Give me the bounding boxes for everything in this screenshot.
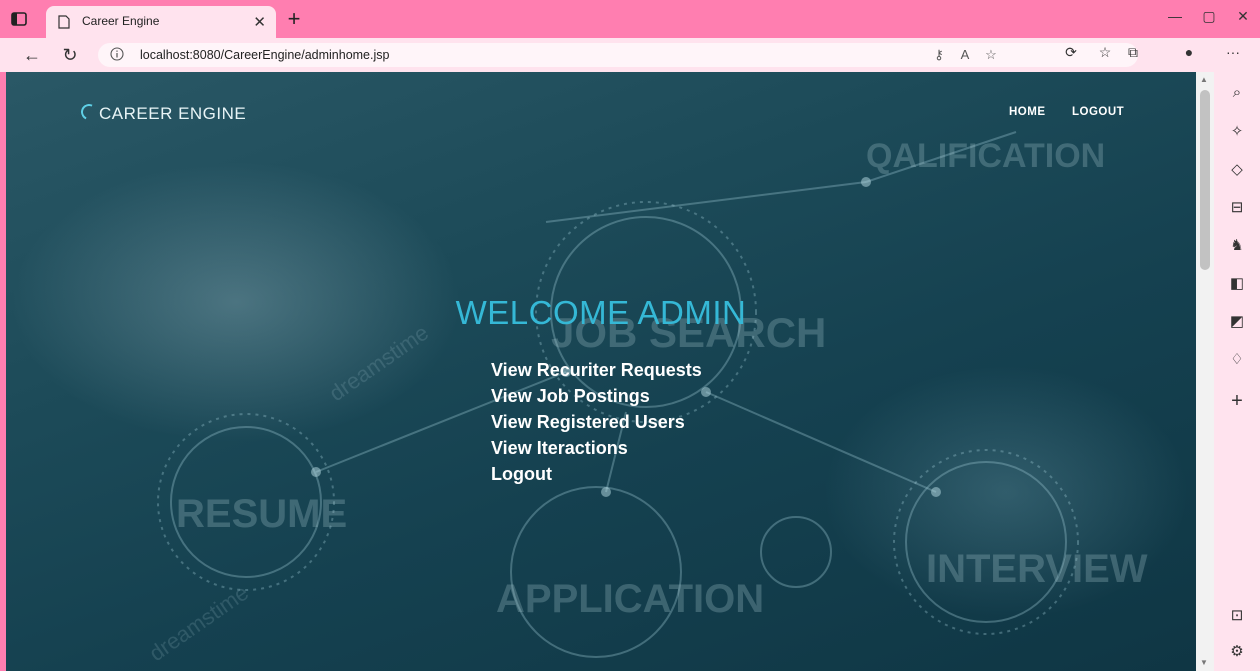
info-icon[interactable] (110, 47, 124, 61)
watermark-text: dreamstime (145, 580, 253, 666)
read-aloud-icon[interactable]: A (956, 47, 974, 62)
url-text[interactable]: localhost:8080/CareerEngine/adminhome.js… (140, 48, 389, 62)
tab-actions-icon[interactable] (10, 10, 28, 28)
games-icon[interactable]: ♞ (1226, 236, 1248, 254)
close-window-button[interactable]: ✕ (1228, 8, 1258, 25)
url-field[interactable]: localhost:8080/CareerEngine/adminhome.js… (98, 43, 1138, 67)
page-viewport: QALIFICATION JOB SEARCH RESUME APPLICATI… (6, 72, 1196, 671)
refresh-icon[interactable]: ↻ (58, 44, 82, 66)
edge-sidebar: ⌕ ✧ ◇ ⊟ ♞ ◧ ◩ ♢ + ⊡ ⚙ (1214, 72, 1260, 671)
site-logo[interactable]: CAREER ENGINE (78, 101, 247, 124)
view-registered-users-link[interactable]: View Registered Users (491, 409, 702, 435)
nav-home-link[interactable]: HOME (1009, 106, 1046, 118)
page-title: WELCOME ADMIN (455, 294, 747, 331)
search-icon[interactable]: ⌕ (1226, 84, 1248, 101)
admin-menu: View Recuriter Requests View Job Posting… (491, 357, 702, 487)
office-icon[interactable]: ◧ (1226, 274, 1248, 292)
bg-text-interview: INTERVIEW (926, 547, 1148, 591)
tab-close-icon[interactable]: ✕ (253, 13, 266, 31)
watermark-text: dreamstime (325, 320, 433, 406)
view-interactions-link[interactable]: View Iteractions (491, 435, 702, 461)
new-tab-button[interactable]: + (282, 6, 306, 32)
scroll-up-icon[interactable]: ▲ (1200, 75, 1208, 84)
vertical-scrollbar[interactable]: ▲ ▼ (1196, 72, 1214, 671)
extensions-icon[interactable]: ⟳ (1060, 44, 1082, 61)
logo-icon (78, 101, 100, 123)
restore-button[interactable]: ▢ (1194, 8, 1224, 25)
logout-link[interactable]: Logout (491, 461, 702, 487)
bell-icon[interactable]: ♢ (1226, 350, 1248, 368)
page-icon (58, 15, 70, 29)
scroll-down-icon[interactable]: ▼ (1200, 658, 1208, 667)
collections-icon[interactable]: ⧉ (1122, 44, 1144, 61)
sparkle-icon[interactable]: ✧ (1226, 122, 1248, 140)
scroll-thumb[interactable] (1200, 90, 1210, 270)
bg-text-resume: RESUME (176, 492, 347, 536)
outlook-icon[interactable]: ◩ (1226, 312, 1248, 330)
brand-name: CAREER ENGINE (99, 104, 247, 123)
view-job-postings-link[interactable]: View Job Postings (491, 383, 702, 409)
favorite-add-icon[interactable]: ☆ (982, 47, 1000, 63)
favorites-icon[interactable]: ☆ (1094, 44, 1116, 61)
more-menu-button[interactable]: ··· (1222, 44, 1244, 60)
profile-icon[interactable]: ● (1178, 44, 1200, 60)
minimize-button[interactable]: — (1160, 8, 1190, 24)
add-icon[interactable]: + (1226, 390, 1248, 413)
view-recruiter-requests-link[interactable]: View Recuriter Requests (491, 357, 702, 383)
tag-icon[interactable]: ◇ (1226, 160, 1248, 178)
settings-icon[interactable]: ⚙ (1226, 642, 1248, 660)
key-icon[interactable]: ⚷ (930, 47, 948, 63)
back-icon[interactable]: ← (20, 44, 44, 66)
nav-logout-link[interactable]: LOGOUT (1072, 106, 1124, 118)
briefcase-icon[interactable]: ⊟ (1226, 198, 1248, 216)
address-bar-row: ← ↻ localhost:8080/CareerEngine/adminhom… (0, 38, 1260, 72)
browser-tab[interactable]: Career Engine ✕ (46, 6, 276, 38)
bg-text-qualification: QALIFICATION (866, 137, 1105, 175)
tab-title: Career Engine (82, 14, 160, 28)
sidebar-toggle-icon[interactable]: ⊡ (1226, 606, 1248, 624)
tab-bar: Career Engine ✕ + — ▢ ✕ (0, 0, 1260, 38)
bg-text-application: APPLICATION (496, 577, 764, 621)
